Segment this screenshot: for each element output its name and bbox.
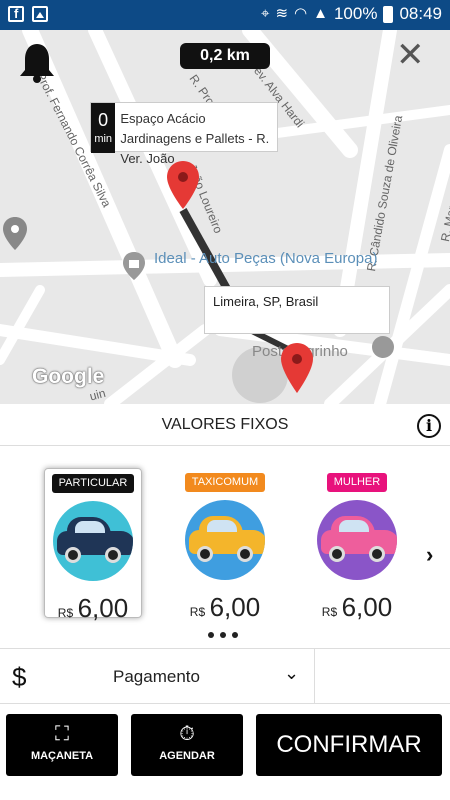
service-tag: PARTICULAR (51, 474, 135, 493)
service-tag: TAXICOMUM (184, 473, 266, 492)
agendar-button[interactable]: ⏱ AGENDAR (131, 714, 243, 776)
status-bar: ⌖ ≋ ◠ ▲ 100% 08:49 (0, 0, 450, 30)
system-icons: ⌖ ≋ ◠ ▲ 100% 08:49 (261, 4, 442, 24)
gas-station-icon (372, 336, 394, 358)
location-icon: ⌖ (260, 5, 270, 22)
currency-symbol: R$ (57, 606, 74, 620)
eta-info-window: 0 min Espaço Acácio Jardinagens e Pallet… (90, 102, 278, 166)
fixed-values-header: VALORES FIXOS i (0, 404, 450, 446)
price-value: 6,00 (209, 592, 261, 622)
macaneta-button[interactable]: ⛶ MAÇANETA (6, 714, 118, 776)
info-icon[interactable]: i (417, 414, 441, 438)
service-card-mulher[interactable]: MULHER R$ 6,00 (308, 468, 406, 622)
poi-label: Ideal - Auto Peças (Nova Europa) (154, 250, 378, 267)
currency-symbol: R$ (321, 605, 338, 619)
eta-unit: min (94, 133, 113, 145)
service-card-taxicomum[interactable]: TAXICOMUM R$ 6,00 (176, 468, 274, 622)
service-price: R$ 6,00 (176, 592, 274, 623)
eta-box: 0 min (91, 103, 116, 153)
car-icon (53, 501, 133, 581)
service-card-particular[interactable]: PARTICULAR R$ 6,00 (44, 468, 142, 623)
service-price: R$ 6,00 (308, 592, 406, 623)
wifi-icon: ◠ (294, 5, 308, 22)
battery-percent: 100% (333, 4, 378, 23)
price-value: 6,00 (77, 593, 129, 623)
image-icon (32, 6, 48, 22)
facebook-icon (8, 6, 24, 22)
shop-icon (122, 251, 146, 281)
payment-extra-field[interactable] (315, 649, 450, 704)
expand-icon: ⛶ (55, 723, 69, 745)
google-logo: Google (32, 365, 105, 388)
agendar-label: AGENDAR (159, 750, 215, 762)
payment-row: $ Pagamento ⌄ (0, 648, 450, 704)
clock: 08:49 (399, 4, 442, 23)
carousel-pager[interactable] (208, 632, 238, 638)
timer-icon: ⏱ (179, 723, 195, 745)
destination-marker-icon (281, 343, 313, 393)
signal-icon: ▲ (313, 5, 328, 22)
chevron-down-icon: ⌄ (284, 663, 300, 683)
place-pin-icon (3, 217, 27, 250)
pager-dot (232, 632, 238, 638)
dollar-icon: $ (12, 662, 27, 692)
notification-icons (8, 6, 48, 22)
currency-symbol: R$ (189, 605, 206, 619)
service-carousel: PARTICULAR R$ 6,00 TAXICOMUM R$ 6,00 MUL… (0, 446, 450, 646)
car-icon (317, 500, 397, 580)
section-title: VALORES FIXOS (161, 416, 289, 433)
close-icon[interactable]: ✕ (396, 38, 425, 72)
service-tag: MULHER (326, 473, 388, 492)
taxi-icon (185, 500, 265, 580)
destination-info-window: Limeira, SP, Brasil (204, 286, 390, 334)
confirm-button[interactable]: CONFIRMAR (256, 714, 442, 776)
pager-dot (220, 632, 226, 638)
vibrate-icon: ≋ (275, 5, 289, 22)
map-view[interactable]: Prof. Fernando Corrêa Silva R. Prof. ev.… (0, 30, 450, 404)
battery-icon (383, 5, 394, 23)
origin-address: Espaço Acácio Jardinagens e Pallets - R.… (120, 111, 270, 166)
service-price: R$ 6,00 (45, 593, 141, 624)
payment-dropdown[interactable]: $ Pagamento ⌄ (0, 649, 314, 704)
macaneta-label: MAÇANETA (30, 750, 94, 762)
eta-value: 0 (98, 110, 109, 130)
distance-badge: 0,2 km (180, 43, 270, 69)
pager-dot (208, 632, 214, 638)
bell-icon[interactable] (18, 42, 56, 84)
payment-label: Pagamento (113, 667, 200, 686)
price-value: 6,00 (341, 592, 393, 622)
chevron-right-icon[interactable]: › (426, 542, 433, 568)
